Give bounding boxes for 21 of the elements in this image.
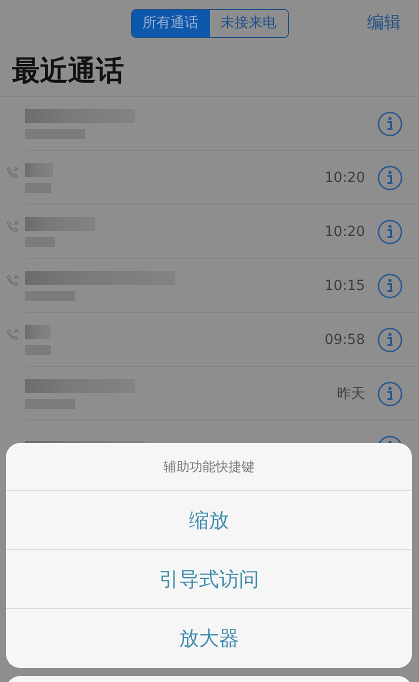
info-icon[interactable] <box>377 110 403 136</box>
redacted-name-drawing <box>25 324 51 354</box>
call-time: 10:20 <box>324 224 365 240</box>
sheet-option[interactable]: 缩放 <box>6 491 412 550</box>
edit-button[interactable]: 编辑 <box>367 11 401 34</box>
call-time: 10:15 <box>324 278 365 294</box>
call-time: 09:58 <box>324 332 365 348</box>
info-icon[interactable] <box>377 380 403 406</box>
segment-tab[interactable]: 所有通话 <box>132 10 210 36</box>
info-icon[interactable] <box>377 326 403 352</box>
redacted-name-drawing <box>25 162 53 192</box>
info-icon[interactable] <box>377 272 403 298</box>
sheet-option[interactable]: 放大器 <box>6 609 412 668</box>
info-icon[interactable] <box>377 218 403 244</box>
call-time: 10:20 <box>324 170 365 186</box>
info-icon[interactable] <box>377 164 403 190</box>
redacted-name-drawing <box>25 216 95 246</box>
page-title: 最近通话 <box>11 53 125 89</box>
sheet-option[interactable]: 引导式访问 <box>6 550 412 609</box>
sheet-title: 辅助功能快捷键 <box>6 443 412 491</box>
call-time: 昨天 <box>337 384 365 402</box>
